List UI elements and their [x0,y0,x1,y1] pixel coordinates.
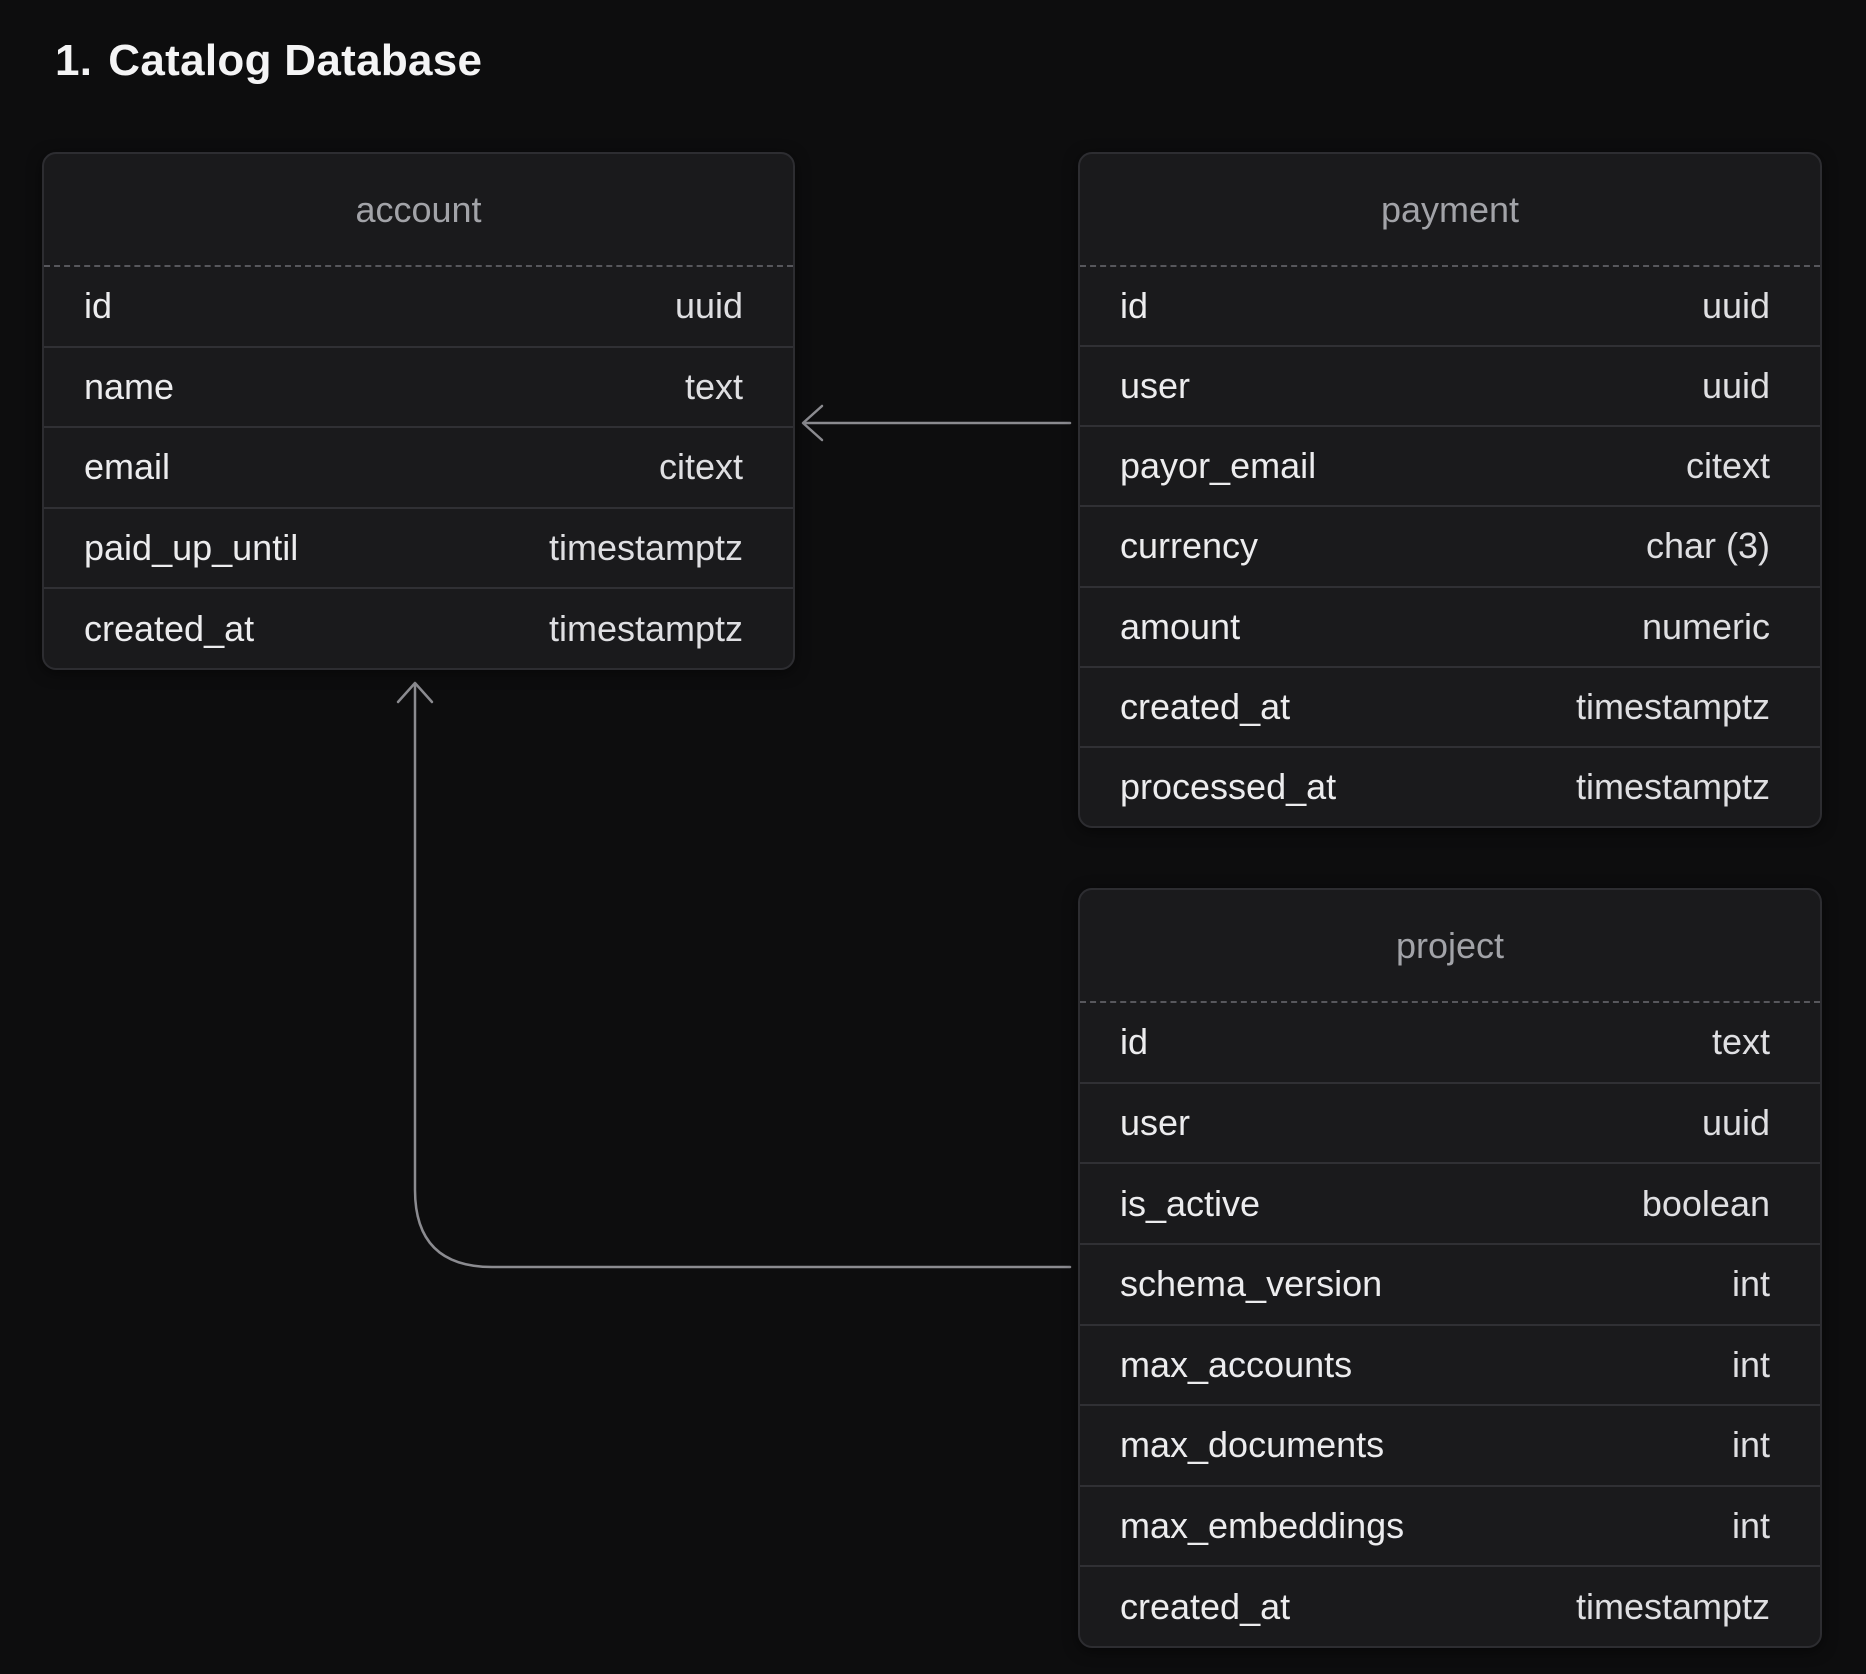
table-row: created_at timestamptz [1080,1565,1820,1646]
table-row: created_at timestamptz [1080,666,1820,746]
table-card-payment[interactable]: payment id uuid user uuid payor_email ci… [1078,152,1822,828]
table-row: max_embeddings int [1080,1485,1820,1566]
column-name: paid_up_until [84,527,298,569]
column-type: numeric [1642,606,1770,648]
table-name-project: project [1080,890,1820,1003]
column-name: id [84,285,112,327]
table-name-payment: payment [1080,154,1820,267]
column-name: amount [1120,606,1240,648]
table-row: paid_up_until timestamptz [44,507,793,588]
relationship-project-account-arrowhead [398,683,432,702]
column-type: uuid [1702,365,1770,407]
column-type: char (3) [1646,525,1770,567]
column-name: currency [1120,525,1258,567]
table-card-project[interactable]: project id text user uuid is_active bool… [1078,888,1822,1648]
table-row: user uuid [1080,1082,1820,1163]
column-type: boolean [1642,1183,1770,1225]
column-type: int [1732,1505,1770,1547]
column-name: name [84,366,174,408]
column-name: id [1120,1021,1148,1063]
column-name: id [1120,285,1148,327]
column-name: processed_at [1120,766,1336,808]
table-row: id uuid [1080,267,1820,345]
table-row: processed_at timestamptz [1080,746,1820,826]
column-type: int [1732,1263,1770,1305]
page-title-text: Catalog Database [108,36,482,86]
table-rows-project: id text user uuid is_active boolean sche… [1080,1003,1820,1646]
table-row: payor_email citext [1080,425,1820,505]
table-row: max_documents int [1080,1404,1820,1485]
column-type: timestamptz [1576,766,1770,808]
table-row: currency char (3) [1080,505,1820,585]
column-type: int [1732,1424,1770,1466]
column-type: timestamptz [1576,686,1770,728]
relationship-project-account-line [415,686,1070,1267]
column-type: citext [659,446,743,488]
page-title: 1. Catalog Database [55,36,482,86]
table-row: user uuid [1080,345,1820,425]
table-row: schema_version int [1080,1243,1820,1324]
table-row: name text [44,346,793,427]
table-row: id text [1080,1003,1820,1082]
table-rows-account: id uuid name text email citext paid_up_u… [44,267,793,668]
column-type: int [1732,1344,1770,1386]
column-name: created_at [1120,1586,1290,1628]
table-row: is_active boolean [1080,1162,1820,1243]
table-rows-payment: id uuid user uuid payor_email citext cur… [1080,267,1820,826]
column-type: text [685,366,743,408]
schema-canvas: 1. Catalog Database account id uuid name… [0,0,1866,1674]
table-row: created_at timestamptz [44,587,793,668]
column-name: schema_version [1120,1263,1382,1305]
table-card-account[interactable]: account id uuid name text email citext p… [42,152,795,670]
column-name: user [1120,1102,1190,1144]
column-name: user [1120,365,1190,407]
column-type: timestamptz [1576,1586,1770,1628]
page-title-number: 1. [55,36,92,86]
column-type: timestamptz [549,608,743,650]
column-type: uuid [1702,1102,1770,1144]
column-name: max_embeddings [1120,1505,1404,1547]
column-type: timestamptz [549,527,743,569]
column-name: max_accounts [1120,1344,1352,1386]
table-row: email citext [44,426,793,507]
relationship-payment-account-arrowhead [803,406,822,440]
column-name: payor_email [1120,445,1316,487]
column-type: citext [1686,445,1770,487]
table-name-account: account [44,154,793,267]
column-name: max_documents [1120,1424,1384,1466]
table-row: amount numeric [1080,586,1820,666]
column-name: is_active [1120,1183,1260,1225]
column-type: uuid [675,285,743,327]
column-type: uuid [1702,285,1770,327]
column-type: text [1712,1021,1770,1063]
table-row: id uuid [44,267,793,346]
column-name: created_at [1120,686,1290,728]
table-row: max_accounts int [1080,1324,1820,1405]
column-name: email [84,446,170,488]
column-name: created_at [84,608,254,650]
